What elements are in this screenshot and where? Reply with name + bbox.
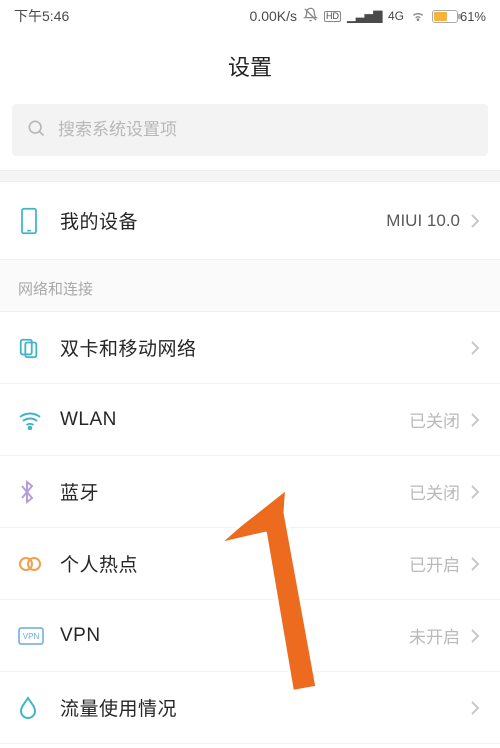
device-icon <box>18 207 60 235</box>
row-hotspot[interactable]: 个人热点 已开启 <box>0 528 500 600</box>
row-label: 蓝牙 <box>60 478 409 505</box>
status-right: 0.00K/s HD ▁▃▅▇ 4G 61% <box>250 7 486 26</box>
search-box[interactable] <box>12 104 488 156</box>
row-value: 已关闭 <box>409 407 460 432</box>
chevron-right-icon <box>466 340 484 356</box>
hd-icon: HD <box>324 11 341 22</box>
sim-icon <box>18 337 60 359</box>
svg-text:VPN: VPN <box>23 632 40 641</box>
battery-pct: 61% <box>460 9 486 24</box>
row-data-usage[interactable]: 流量使用情况 <box>0 672 500 744</box>
row-label: 双卡和移动网络 <box>60 334 466 361</box>
row-value: MIUI 10.0 <box>386 211 460 231</box>
row-my-device[interactable]: 我的设备 MIUI 10.0 <box>0 182 500 260</box>
chevron-right-icon <box>466 484 484 500</box>
bluetooth-icon <box>18 480 60 504</box>
row-value: 已开启 <box>409 551 460 576</box>
chevron-right-icon <box>466 556 484 572</box>
hotspot-icon <box>18 554 60 574</box>
droplet-icon <box>18 696 60 720</box>
section-network-title: 网络和连接 <box>0 260 500 312</box>
search-input[interactable] <box>58 120 474 140</box>
vpn-icon: VPN <box>18 627 60 645</box>
status-bar: 下午5:46 0.00K/s HD ▁▃▅▇ 4G 61% <box>0 0 500 32</box>
row-bluetooth[interactable]: 蓝牙 已关闭 <box>0 456 500 528</box>
row-label: WLAN <box>60 409 409 431</box>
row-value: 未开启 <box>409 623 460 648</box>
chevron-right-icon <box>466 628 484 644</box>
row-wlan[interactable]: WLAN 已关闭 <box>0 384 500 456</box>
row-label: 流量使用情况 <box>60 694 466 721</box>
wifi-icon <box>410 7 426 26</box>
row-more-connections[interactable]: 更多连接方式 <box>0 744 500 748</box>
dnd-icon <box>303 7 318 25</box>
row-label: 我的设备 <box>60 207 386 234</box>
row-dual-sim[interactable]: 双卡和移动网络 <box>0 312 500 384</box>
battery-icon: 61% <box>432 9 486 24</box>
status-netspeed: 0.00K/s <box>250 8 297 24</box>
row-label: VPN <box>60 625 409 647</box>
status-net: 4G <box>388 9 404 23</box>
row-vpn[interactable]: VPN VPN 未开启 <box>0 600 500 672</box>
page-title: 设置 <box>0 32 500 104</box>
search-icon <box>26 118 46 143</box>
chevron-right-icon <box>466 700 484 716</box>
wifi-icon <box>18 410 60 430</box>
status-time: 下午5:46 <box>14 6 69 26</box>
chevron-right-icon <box>466 412 484 428</box>
row-value: 已关闭 <box>409 479 460 504</box>
chevron-right-icon <box>466 213 484 229</box>
signal-icon: ▁▃▅▇ <box>347 9 382 23</box>
row-label: 个人热点 <box>60 550 409 577</box>
section-gap <box>0 170 500 182</box>
